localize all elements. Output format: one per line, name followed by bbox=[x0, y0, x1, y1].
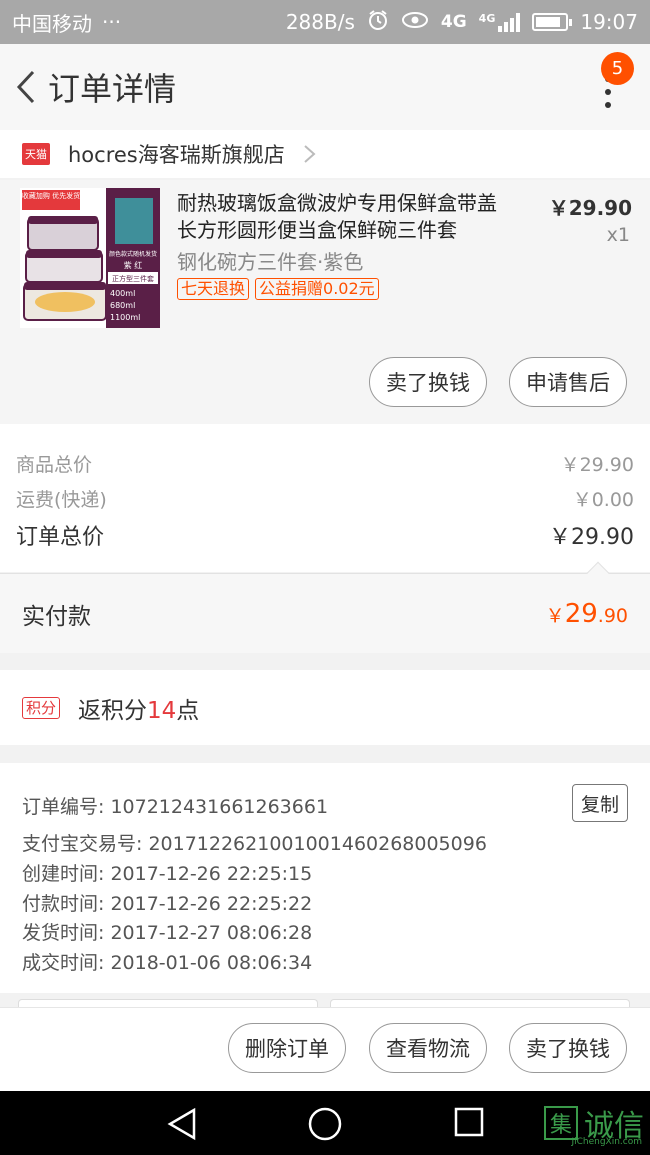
order-total-value: ￥29.90 bbox=[549, 525, 634, 550]
shipping-label: 运费(快递) bbox=[16, 489, 107, 511]
shipping-value: ￥0.00 bbox=[572, 489, 634, 511]
nav-back-icon[interactable] bbox=[166, 1107, 198, 1141]
goods-total-row: 商品总价 ￥29.90 bbox=[16, 450, 634, 477]
item-quantity: x1 bbox=[606, 224, 630, 246]
return-tag: 七天退换 bbox=[177, 278, 250, 300]
created-time: 创建时间: 2017-12-26 22:25:15 bbox=[22, 863, 313, 885]
notification-dots: ··· bbox=[102, 10, 122, 34]
status-bar: 中国移动 ··· 288B/s 4G 4G 19:07 bbox=[0, 0, 650, 44]
paid-decimal: .90 bbox=[597, 604, 628, 627]
nav-recents-icon[interactable] bbox=[454, 1107, 484, 1137]
product-thumbnail[interactable]: 收藏加购 优先发货 颜色款式随机发货 紫 红 正方型三件套 400ml 680m… bbox=[20, 188, 160, 328]
paid-amount: ￥ 29 .90 bbox=[546, 599, 628, 629]
copy-button[interactable]: 复制 bbox=[572, 784, 628, 822]
service-tags: 七天退换 公益捐赠0.02元 bbox=[177, 278, 379, 300]
price-summary: 商品总价 ￥29.90 运费(快递) ￥0.00 订单总价 ￥29.90 bbox=[0, 424, 650, 572]
points-suffix: 点 bbox=[176, 697, 200, 724]
sell-for-cash-button[interactable]: 卖了换钱 bbox=[369, 357, 487, 407]
points-prefix: 返积分 bbox=[78, 697, 148, 724]
paid-currency: ￥ bbox=[545, 604, 565, 627]
shop-row[interactable]: 天猫 hocres海客瑞斯旗舰店 bbox=[0, 130, 650, 178]
network-type: 4G bbox=[440, 12, 467, 32]
chevron-left-icon bbox=[16, 70, 35, 104]
thumb-badge-text: 收藏加购 优先发货 bbox=[22, 191, 80, 200]
completed-time: 成交时间: 2018-01-06 08:06:34 bbox=[22, 952, 313, 974]
order-total-label: 订单总价 bbox=[16, 525, 105, 550]
bottom-action-bar: 删除订单 查看物流 卖了换钱 bbox=[0, 1007, 650, 1091]
alipay-trade-number: 支付宝交易号: 2017122621001001460268005096 bbox=[22, 833, 487, 855]
back-button[interactable] bbox=[4, 44, 48, 130]
shop-name: hocres海客瑞斯旗舰店 bbox=[68, 143, 285, 167]
delete-order-button[interactable]: 删除订单 bbox=[228, 1023, 346, 1073]
notification-badge: 5 bbox=[601, 52, 634, 85]
watermark-sub: JiChengXin.com bbox=[571, 1137, 642, 1147]
order-total-row: 订单总价 ￥29.90 bbox=[16, 519, 634, 551]
page-title: 订单详情 bbox=[48, 70, 177, 108]
thumb-size-1: 400ml bbox=[110, 289, 135, 298]
network-speed: 288B/s bbox=[285, 10, 355, 34]
alarm-icon bbox=[367, 9, 389, 36]
order-info: 订单编号: 107212431661263661 复制 支付宝交易号: 2017… bbox=[0, 763, 650, 993]
tmall-icon: 天猫 bbox=[22, 143, 50, 165]
goods-total-label: 商品总价 bbox=[16, 454, 93, 476]
paid-amount-row: 实付款 ￥ 29 .90 bbox=[0, 561, 650, 653]
order-number: 订单编号: 107212431661263661 bbox=[22, 796, 329, 818]
thumb-side-text: 颜色款式随机发货 bbox=[109, 250, 157, 258]
clock: 19:07 bbox=[580, 10, 638, 34]
carrier-label: 中国移动 bbox=[12, 11, 92, 36]
shipped-time: 发货时间: 2017-12-27 08:06:28 bbox=[22, 922, 313, 944]
system-nav-bar: 集 诚信 JiChengXin.com bbox=[0, 1091, 650, 1155]
thumb-color-text: 紫 红 bbox=[124, 260, 143, 270]
watermark-mark: 集 bbox=[544, 1106, 578, 1140]
thumb-size-2: 680ml bbox=[110, 301, 135, 310]
hidden-buttons-strip bbox=[0, 993, 650, 1009]
sell-for-cash-bottom-button[interactable]: 卖了换钱 bbox=[509, 1023, 627, 1073]
shipping-row: 运费(快递) ￥0.00 bbox=[16, 485, 634, 512]
thumb-size-3: 1100ml bbox=[110, 313, 140, 322]
charity-tag: 公益捐赠0.02元 bbox=[255, 278, 379, 300]
eye-icon bbox=[401, 10, 429, 35]
product-sku: 钢化碗方三件套·紫色 bbox=[177, 250, 364, 274]
goods-total-value: ￥29.90 bbox=[560, 454, 634, 476]
paid-time: 付款时间: 2017-12-26 22:25:22 bbox=[22, 893, 313, 915]
battery-icon bbox=[532, 13, 573, 31]
points-number: 14 bbox=[147, 697, 177, 724]
view-logistics-button[interactable]: 查看物流 bbox=[369, 1023, 487, 1073]
network-type-2: 4G bbox=[478, 12, 496, 25]
nav-home-icon[interactable] bbox=[308, 1107, 342, 1141]
thumb-set-text: 正方型三件套 bbox=[112, 274, 154, 283]
order-item[interactable]: 收藏加购 优先发货 颜色款式随机发货 紫 红 正方型三件套 400ml 680m… bbox=[0, 180, 650, 424]
points-row: 积分 返积分14点 bbox=[0, 670, 650, 745]
points-text: 返积分14点 bbox=[78, 691, 199, 725]
points-tag: 积分 bbox=[22, 696, 61, 719]
chevron-right-icon bbox=[304, 145, 316, 163]
paid-label: 实付款 bbox=[22, 603, 91, 630]
paid-integer: 29 bbox=[564, 598, 598, 629]
product-title[interactable]: 耐热玻璃饭盒微波炉专用保鲜盒带盖长方形圆形便当盒保鲜碗三件套 bbox=[177, 190, 507, 244]
after-sale-button[interactable]: 申请售后 bbox=[509, 357, 627, 407]
nav-header: 订单详情 5 bbox=[0, 44, 650, 130]
item-price: ￥29.90 bbox=[548, 196, 632, 220]
signal-icon: 4G bbox=[479, 12, 521, 32]
